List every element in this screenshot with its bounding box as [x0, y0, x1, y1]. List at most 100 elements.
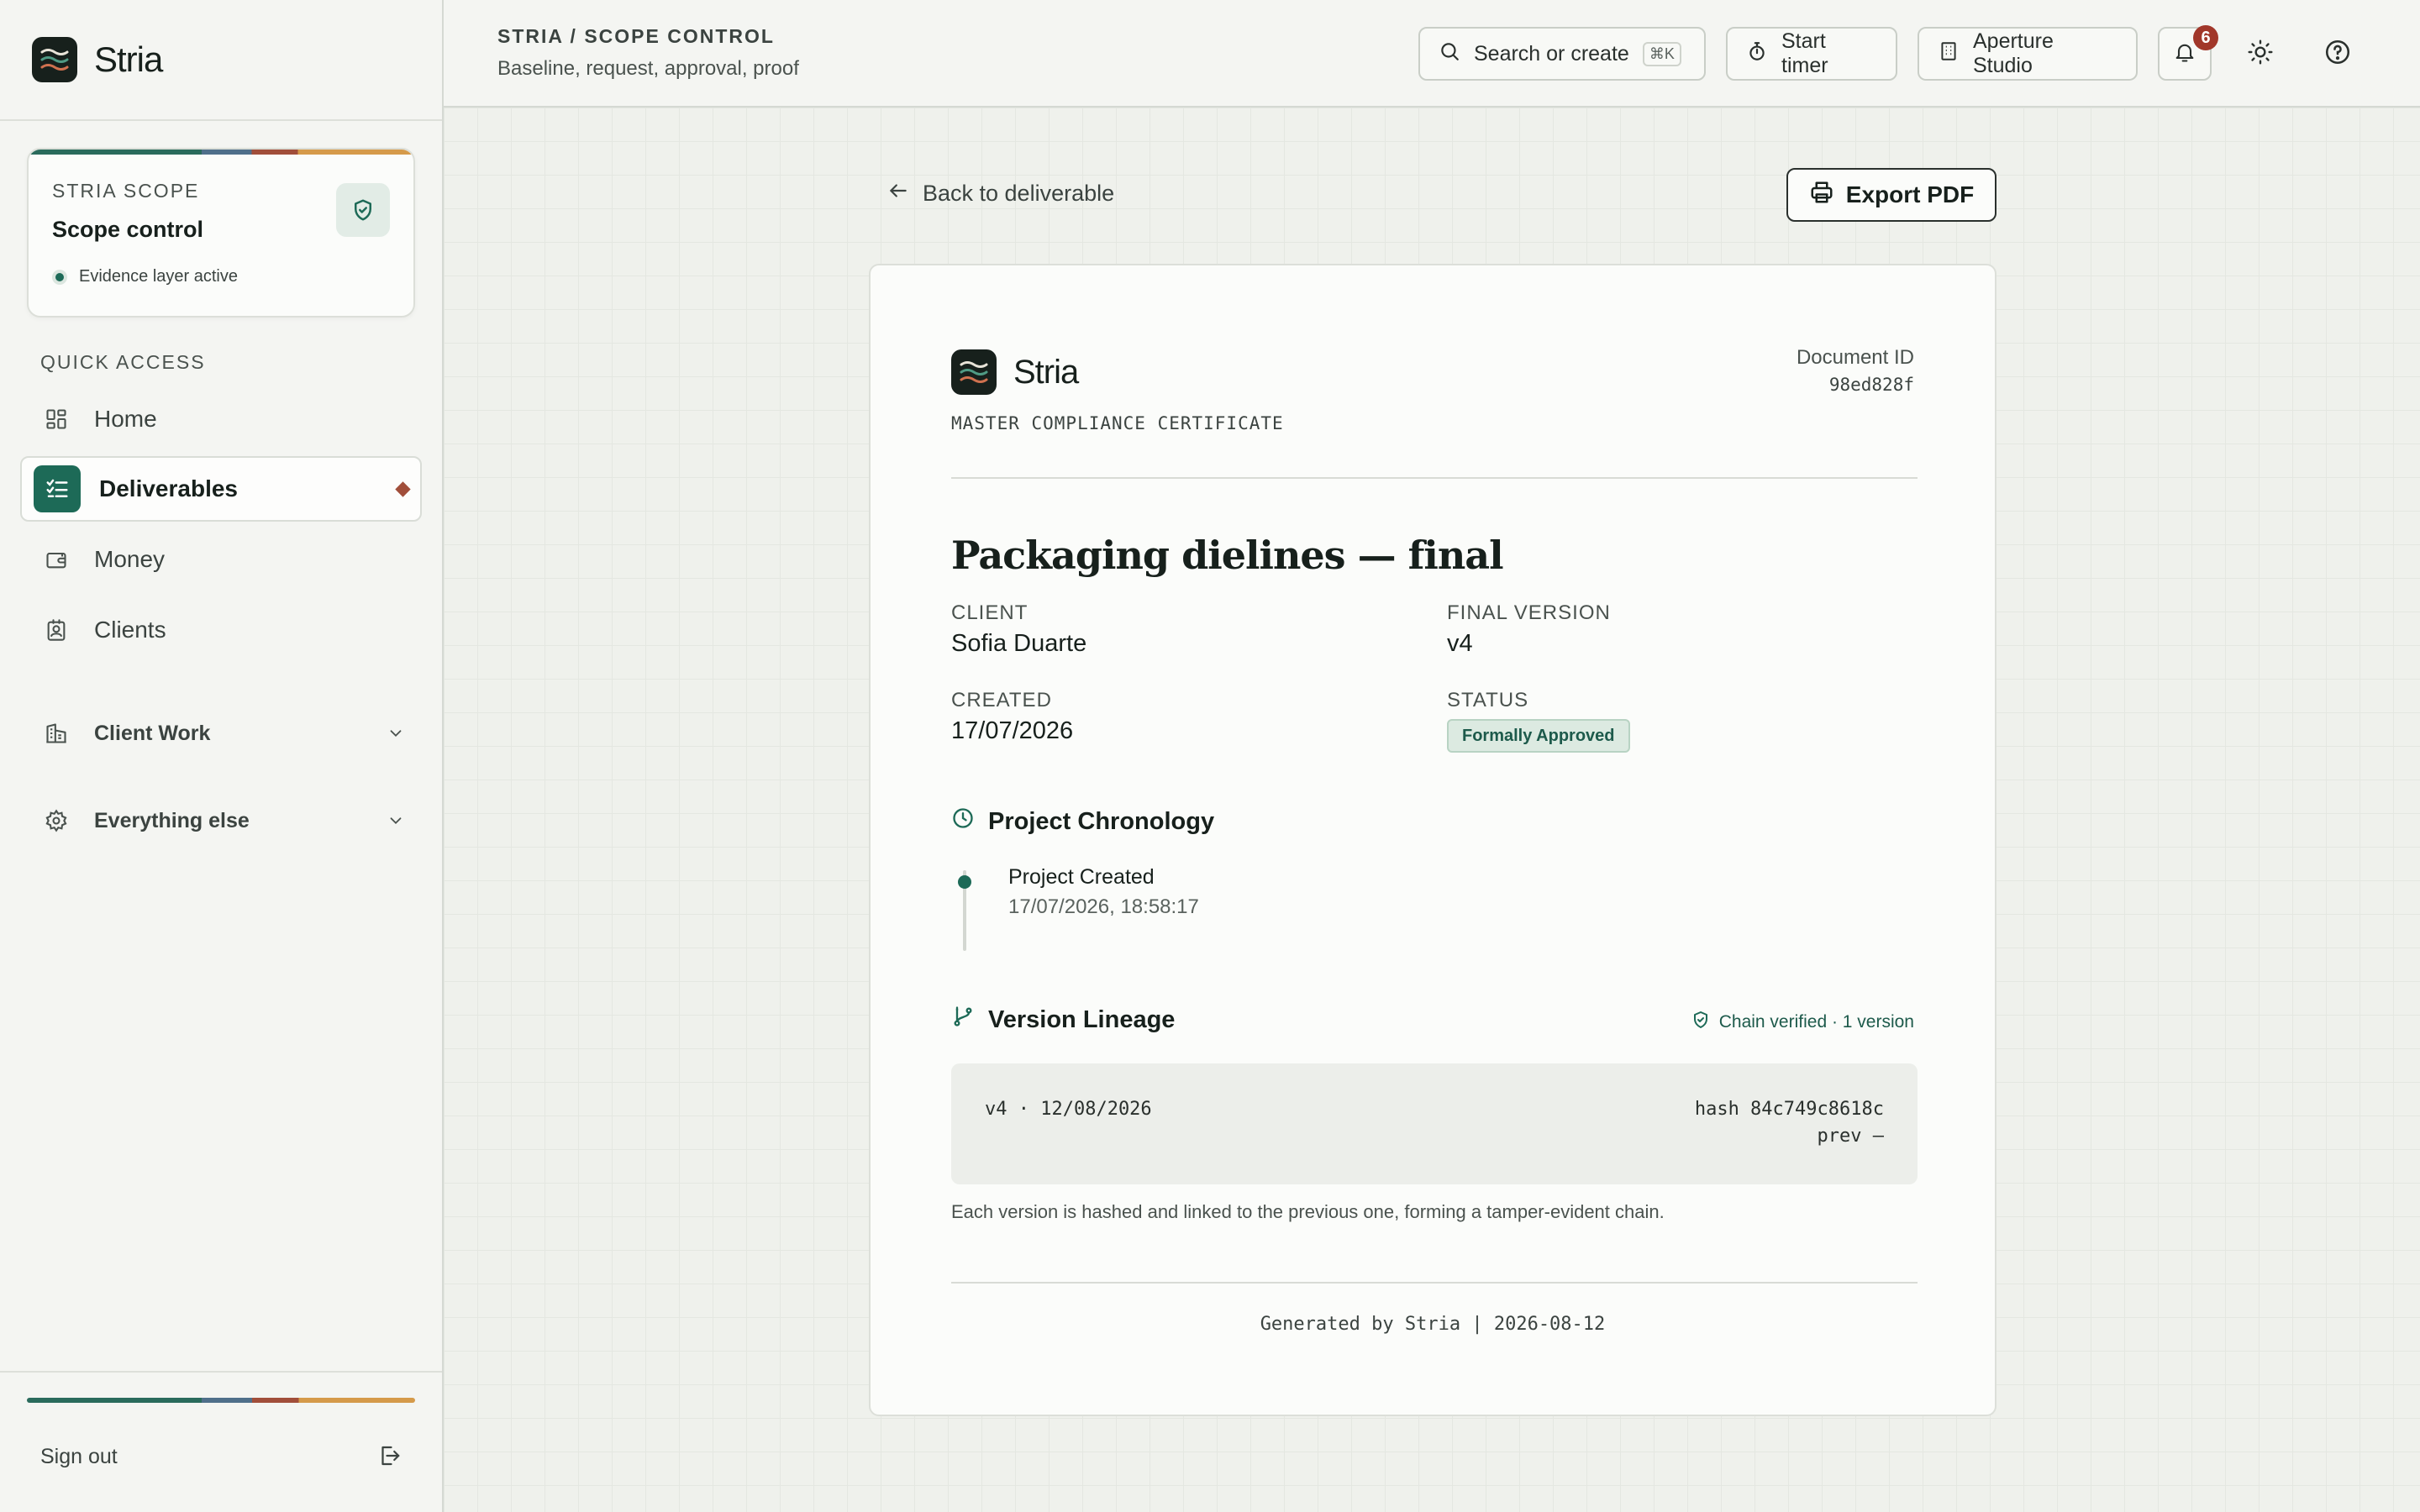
certificate-document: Stria MASTER COMPLIANCE CERTIFICATE Docu… — [869, 264, 1996, 1416]
sidebar-group-client-work[interactable]: Client Work — [20, 704, 422, 763]
sidebar-item-label: Money — [94, 546, 166, 572]
chevron-down-icon — [387, 811, 405, 836]
stria-logo-icon — [951, 349, 997, 395]
final-version-value: v4 — [1447, 630, 1473, 657]
sidebar-group-label: Client Work — [94, 721, 211, 745]
lineage-heading-text: Version Lineage — [988, 1005, 1176, 1033]
version-prev: prev — — [1817, 1126, 1884, 1147]
quick-access-label: QUICK ACCESS — [40, 351, 206, 373]
sign-out-icon[interactable] — [376, 1443, 402, 1473]
chain-verified: Chain verified · 1 version — [1691, 1010, 1914, 1035]
created-label: CREATED — [951, 689, 1052, 711]
wallet-icon — [44, 547, 69, 572]
stria-logo-icon — [32, 37, 77, 82]
sidebar-item-label: Deliverables — [99, 475, 238, 501]
certificate-kicker: MASTER COMPLIANCE CERTIFICATE — [951, 413, 1284, 433]
created-value: 17/07/2026 — [951, 717, 1074, 744]
status-badge: Formally Approved — [1447, 719, 1630, 753]
document-id: 98ed828f — [1828, 375, 1914, 395]
breadcrumb: STRIA / SCOPE CONTROL — [497, 25, 775, 47]
start-timer-label: Start timer — [1781, 29, 1828, 77]
theme-toggle-button[interactable] — [2233, 27, 2287, 81]
sidebar-item-label: Clients — [94, 617, 166, 643]
chevron-down-icon — [387, 724, 405, 748]
client-label: CLIENT — [951, 601, 1028, 624]
git-branch-icon — [951, 1005, 975, 1035]
scope-status-text: Evidence layer active — [79, 267, 238, 286]
sidebar-item-money[interactable]: Money — [20, 527, 422, 592]
divider — [0, 1371, 442, 1373]
status-label: STATUS — [1447, 689, 1529, 711]
sidebar-item-home[interactable]: Home — [20, 386, 422, 452]
final-version-label: FINAL VERSION — [1447, 601, 1611, 624]
sun-icon — [2247, 39, 2274, 70]
chain-verified-text: Chain verified · 1 version — [1718, 1012, 1914, 1032]
building-icon — [1938, 40, 1960, 68]
scope-title: Scope control — [52, 217, 204, 242]
document-id-label: Document ID — [1796, 346, 1914, 369]
lineage-note: Each version is hashed and linked to the… — [951, 1201, 1665, 1222]
certificate-brand: Stria — [951, 349, 1079, 395]
export-label: Export PDF — [1845, 181, 1975, 207]
back-to-deliverable-link[interactable]: Back to deliverable — [887, 180, 1114, 207]
divider — [951, 1282, 1918, 1284]
printer-icon — [1809, 180, 1834, 211]
status-dot-icon — [52, 269, 67, 285]
chronology-heading-text: Project Chronology — [988, 807, 1215, 835]
notifications-button[interactable]: 6 — [2158, 25, 2218, 81]
back-label: Back to deliverable — [923, 181, 1115, 206]
sidebar-group-label: Everything else — [94, 808, 250, 832]
sidebar-item-deliverables[interactable]: Deliverables — [20, 456, 422, 522]
sidebar-group-everything-else[interactable]: Everything else — [20, 791, 422, 850]
sidebar-item-clients[interactable]: Clients — [20, 597, 422, 663]
search-icon — [1439, 40, 1460, 68]
search-label: Search or create — [1474, 41, 1629, 66]
timeline-event-title: Project Created — [1008, 865, 1155, 889]
deliverable-title: Packaging dielines — final — [951, 533, 1504, 578]
top-bar: STRIA / SCOPE CONTROL Baseline, request,… — [444, 0, 2420, 108]
contact-card-icon — [44, 617, 69, 643]
clock-icon — [951, 806, 975, 837]
start-timer-button[interactable]: Start timer — [1726, 27, 1897, 81]
gear-icon — [44, 808, 69, 833]
divider — [951, 477, 1918, 479]
timeline-event-time: 17/07/2026, 18:58:17 — [1008, 895, 1199, 918]
brand-stripe — [29, 150, 413, 155]
help-button[interactable] — [2311, 27, 2365, 81]
arrow-left-icon — [887, 180, 909, 207]
checklist-icon — [34, 465, 81, 512]
client-value: Sofia Duarte — [951, 630, 1087, 657]
grid-icon — [44, 407, 69, 432]
bell-icon — [2173, 40, 2196, 68]
lineage-heading: Version Lineage — [951, 1005, 1175, 1035]
timeline-dot — [958, 875, 971, 889]
export-pdf-button[interactable]: Export PDF — [1786, 168, 1996, 222]
unread-diamond-icon — [395, 481, 411, 497]
stopwatch-icon — [1746, 40, 1768, 68]
certificate-footer: Generated by Stria | 2026-08-12 — [1260, 1314, 1606, 1335]
brand-name: Stria — [94, 39, 163, 79]
brand-stripe — [27, 1398, 415, 1403]
chronology-heading: Project Chronology — [951, 806, 1214, 837]
scope-status: Evidence layer active — [52, 267, 238, 286]
shield-check-icon — [1691, 1010, 1711, 1035]
keyboard-shortcut: ⌘K — [1642, 41, 1681, 66]
help-circle-icon — [2323, 38, 2352, 71]
brand[interactable]: Stria — [32, 37, 163, 82]
sidebar-item-label: Home — [94, 406, 157, 432]
scope-card[interactable]: STRIA SCOPE Scope control Evidence layer… — [27, 148, 415, 318]
certificate-brand-name: Stria — [1013, 353, 1079, 391]
version-hash: hash 84c749c8618c — [1694, 1099, 1884, 1120]
version-label: v4 · 12/08/2026 — [985, 1099, 1152, 1120]
scope-kicker: STRIA SCOPE — [52, 180, 200, 202]
workspace-switcher[interactable]: Aperture Studio — [1918, 27, 2138, 81]
shield-check-icon — [336, 183, 390, 237]
notification-badge: 6 — [2193, 25, 2218, 50]
workspace-label: Aperture Studio — [1973, 29, 2054, 77]
sidebar: Stria STRIA SCOPE Scope control Evidence… — [0, 0, 444, 1512]
page-subtitle: Baseline, request, approval, proof — [497, 57, 799, 80]
sign-out-link[interactable]: Sign out — [40, 1445, 118, 1469]
building-icon — [44, 721, 69, 746]
version-entry: v4 · 12/08/2026 hash 84c749c8618c prev — — [951, 1063, 1918, 1184]
search-button[interactable]: Search or create ⌘K — [1418, 27, 1706, 81]
